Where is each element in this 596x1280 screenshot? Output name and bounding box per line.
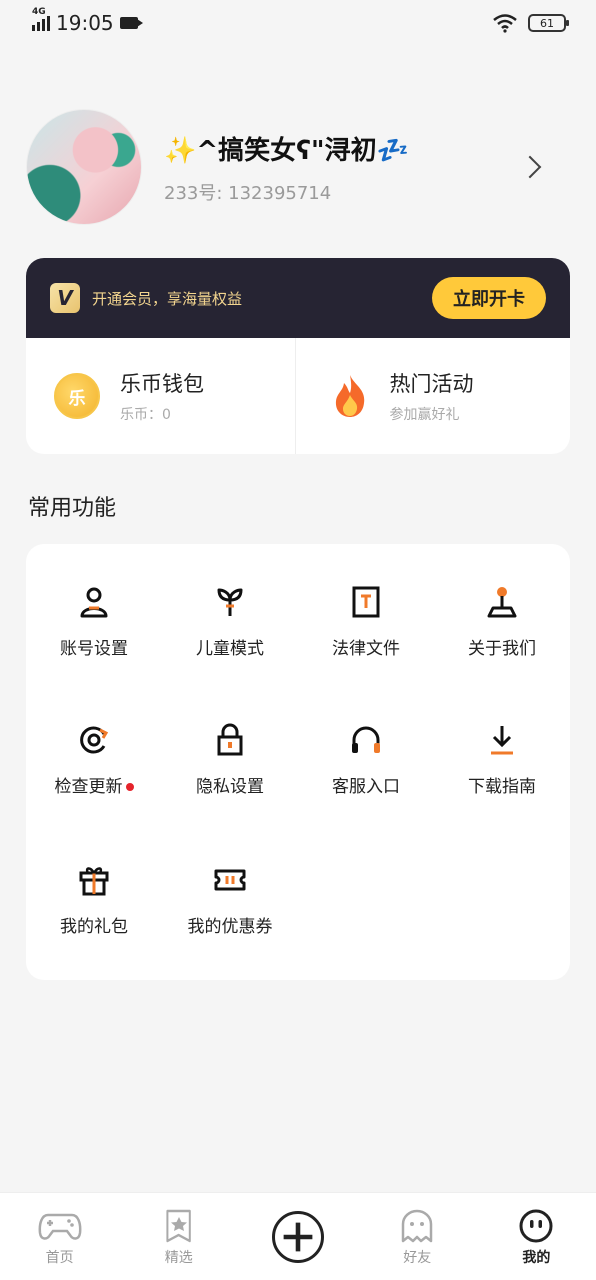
chevron-right-icon[interactable] <box>518 155 542 179</box>
sprout-icon <box>217 588 243 616</box>
vip-card: V 开通会员，享海量权益 立即开卡 乐 乐币钱包 乐币：0 热门活动 参加赢好礼 <box>26 258 570 454</box>
coupon-icon <box>214 869 246 891</box>
signal-icon: 4G <box>32 7 50 31</box>
wallet-title: 乐币钱包 <box>120 372 204 396</box>
battery-icon: 61 <box>528 14 569 32</box>
user-id: 233号: 132395714 <box>164 182 332 204</box>
download-guide-item[interactable]: 下载指南 <box>434 722 570 822</box>
clock: 19:05 <box>56 11 114 35</box>
vip-promo-text: 开通会员，享海量权益 <box>92 289 243 308</box>
open-card-button[interactable]: 立即开卡 <box>432 277 546 319</box>
status-bar: 4G 19:05 61 <box>0 0 596 46</box>
func-label: 账号设置 <box>60 639 128 659</box>
smile-face-icon <box>519 1209 553 1243</box>
gift-icon <box>79 867 109 896</box>
func-label: 客服入口 <box>332 777 400 797</box>
lock-icon <box>217 723 243 756</box>
func-label: 关于我们 <box>468 639 536 659</box>
wallet-balance: 乐币：0 <box>120 407 171 423</box>
activity-sub: 参加赢好礼 <box>389 407 460 423</box>
battery-level: 61 <box>540 16 554 30</box>
my-coupons-item[interactable]: 我的优惠券 <box>162 862 298 962</box>
functions-panel: 账号设置 儿童模式 法律文件 关于我们 检查更新 隐私设置 客服入口 下载指南 … <box>26 544 570 980</box>
plus-icon[interactable] <box>272 1211 324 1263</box>
bottom-nav: 首页 精选 好友 我的 <box>0 1192 596 1280</box>
nav-label: 首页 <box>45 1250 74 1266</box>
func-label: 我的礼包 <box>60 917 128 937</box>
customer-service-item[interactable]: 客服入口 <box>298 722 434 822</box>
check-update-item[interactable]: 检查更新 <box>26 722 162 822</box>
document-icon <box>352 586 380 618</box>
privacy-settings-item[interactable]: 隐私设置 <box>162 722 298 822</box>
nav-featured[interactable]: 精选 <box>119 1193 238 1280</box>
fire-icon <box>335 375 364 417</box>
vip-banner[interactable]: V 开通会员，享海量权益 立即开卡 <box>26 258 570 338</box>
new-badge <box>125 783 134 791</box>
legal-docs-item[interactable]: 法律文件 <box>298 584 434 684</box>
kids-mode-item[interactable]: 儿童模式 <box>162 584 298 684</box>
star-bookmark-icon <box>166 1209 191 1243</box>
avatar[interactable] <box>26 109 142 225</box>
func-label: 我的优惠券 <box>187 917 273 937</box>
nickname: ✨^搞笑女ʕ"浔初💤 <box>164 135 409 166</box>
about-us-item[interactable]: 关于我们 <box>434 584 570 684</box>
profile-header[interactable]: ✨^搞笑女ʕ"浔初💤 233号: 132395714 <box>26 108 570 226</box>
func-label-text: 检查更新 <box>54 777 123 797</box>
nav-create[interactable] <box>238 1193 357 1280</box>
network-type: 4G <box>32 7 46 17</box>
user-icon <box>80 587 108 618</box>
coin-icon: 乐 <box>54 373 100 419</box>
ghost-icon <box>401 1209 433 1243</box>
activity-title: 热门活动 <box>389 372 474 396</box>
wifi-icon <box>493 14 517 33</box>
nav-me[interactable]: 我的 <box>477 1193 596 1280</box>
joystick-icon <box>487 587 517 618</box>
activity-entry[interactable]: 热门活动 参加赢好礼 <box>294 338 571 454</box>
wallet-entry[interactable]: 乐 乐币钱包 乐币：0 <box>26 338 295 454</box>
video-record-icon <box>119 17 143 29</box>
nav-label: 我的 <box>520 1247 553 1269</box>
section-title: 常用功能 <box>28 496 117 521</box>
account-settings-item[interactable]: 账号设置 <box>26 584 162 684</box>
func-label: 隐私设置 <box>196 777 264 797</box>
nav-home[interactable]: 首页 <box>0 1193 119 1280</box>
nav-friends[interactable]: 好友 <box>358 1193 477 1280</box>
my-gifts-item[interactable]: 我的礼包 <box>26 862 162 962</box>
gamepad-icon <box>38 1213 82 1240</box>
update-icon <box>80 726 109 754</box>
vip-badge-icon: V <box>50 283 80 313</box>
func-label: 儿童模式 <box>196 639 264 659</box>
func-label: 下载指南 <box>468 777 536 797</box>
headset-icon <box>352 726 380 753</box>
download-icon <box>491 726 513 755</box>
nav-label: 精选 <box>164 1250 193 1266</box>
func-label: 检查更新 <box>55 772 134 797</box>
nav-label: 好友 <box>403 1250 432 1266</box>
func-label: 法律文件 <box>332 639 400 659</box>
